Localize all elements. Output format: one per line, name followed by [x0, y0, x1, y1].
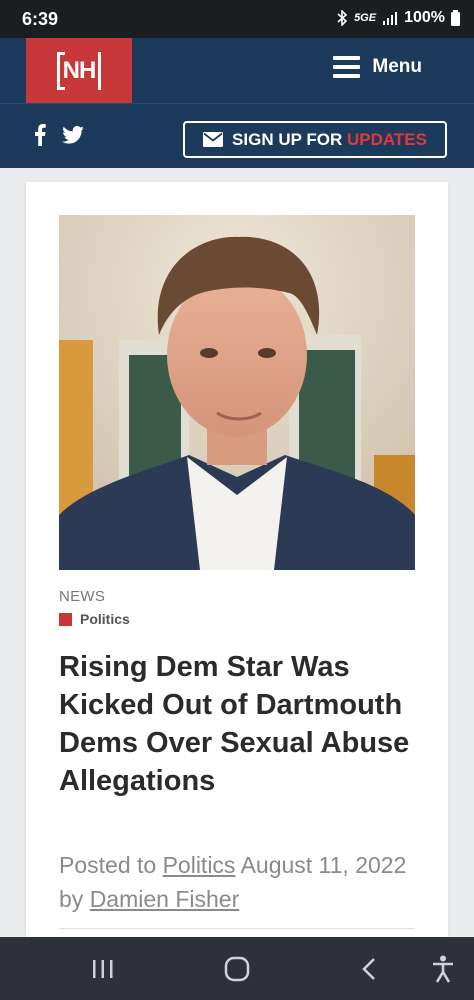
home-button[interactable]	[222, 954, 252, 984]
recent-apps-button[interactable]	[88, 954, 118, 984]
signal-icon	[383, 12, 398, 25]
home-icon	[224, 956, 250, 982]
hamburger-icon	[333, 56, 361, 78]
back-chevron-icon	[362, 958, 375, 980]
status-time: 6:39	[22, 9, 59, 29]
article-byline: Posted to Politics August 11, 2022 by Da…	[59, 852, 407, 912]
author-link[interactable]: Damien Fisher	[90, 886, 240, 912]
envelope-icon	[203, 132, 224, 147]
twitter-icon[interactable]	[62, 126, 84, 144]
accessibility-icon	[433, 955, 453, 983]
status-bar: 6:39 5GE 100%	[0, 0, 474, 38]
divider	[59, 928, 415, 929]
social-links	[34, 124, 84, 146]
bluetooth-icon	[337, 10, 348, 26]
article-headline: Rising Dem Star Was Kicked Out of Dartmo…	[59, 651, 410, 797]
site-logo[interactable]: NH	[26, 38, 132, 103]
signup-label: SIGN UP FOR UPDATES	[232, 129, 427, 149]
category-link[interactable]: Politics	[163, 852, 236, 878]
logo-frame: NH	[57, 51, 101, 90]
status-icons: 5GE 100%	[336, 9, 460, 27]
recent-apps-icon	[93, 960, 113, 978]
battery-icon	[451, 10, 460, 26]
category-square-icon	[59, 612, 72, 626]
section-label: NEWS	[59, 588, 106, 605]
article-photo[interactable]	[59, 215, 415, 570]
facebook-icon[interactable]	[34, 124, 46, 146]
category-label: Politics	[80, 611, 130, 627]
battery-percent: 100%	[404, 9, 445, 26]
article-date: August 11, 2022	[240, 852, 407, 878]
article-meta: NEWS Politics	[59, 588, 419, 627]
social-bar: SIGN UP FOR UPDATES	[0, 103, 474, 168]
accessibility-button[interactable]	[428, 954, 458, 984]
menu-label: Menu	[372, 56, 422, 77]
system-nav-bar	[0, 937, 474, 1000]
back-button[interactable]	[354, 954, 384, 984]
menu-button[interactable]: Menu	[333, 56, 422, 78]
category-tag[interactable]: Politics	[59, 611, 419, 627]
network-type: 5GE	[354, 12, 377, 24]
article-card: NEWS Politics Rising Dem Star Was Kicked…	[26, 182, 448, 942]
logo-text: NH	[62, 56, 97, 84]
site-header: NH Menu	[0, 38, 474, 103]
signup-updates-button[interactable]: SIGN UP FOR UPDATES	[183, 121, 447, 158]
signup-highlight: UPDATES	[346, 129, 427, 149]
